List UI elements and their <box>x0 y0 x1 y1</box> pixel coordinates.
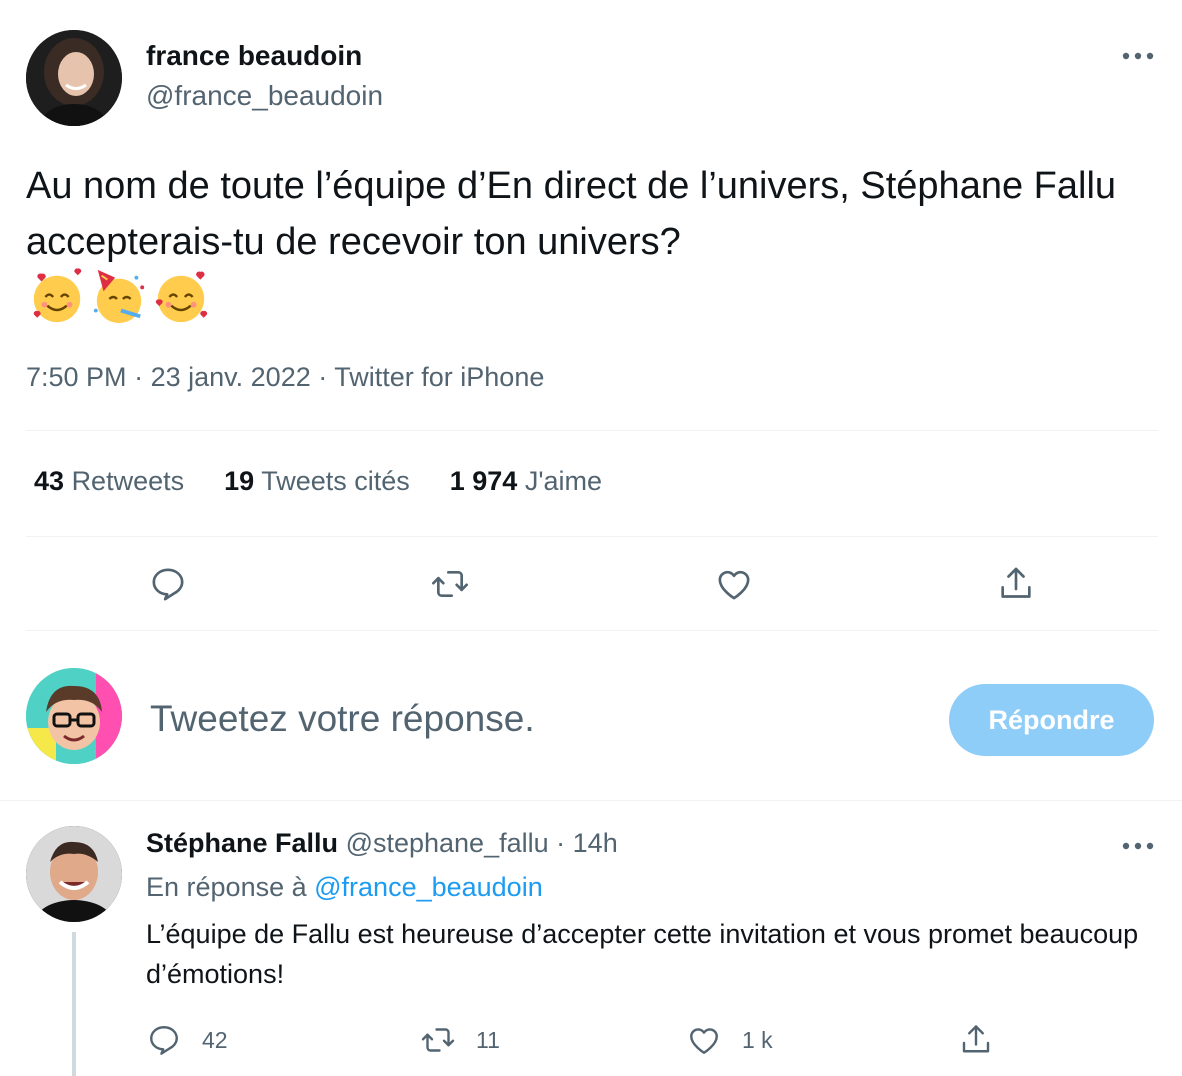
likes-label: J'aime <box>524 466 603 496</box>
tweet-meta: 7:50 PM · 23 janv. 2022 · Twitter for iP… <box>26 362 544 393</box>
in-reply-to-handle[interactable]: @france_beaudoin <box>314 872 543 902</box>
author-avatar[interactable] <box>26 30 122 126</box>
reply-share-button[interactable] <box>958 1020 1014 1060</box>
tweet-time[interactable]: 7:50 PM <box>26 362 127 392</box>
share-icon <box>962 1025 990 1053</box>
quotes-label: Tweets cités <box>261 466 410 496</box>
author-handle[interactable]: @france_beaudoin <box>146 80 383 112</box>
reply-submit-button[interactable]: Répondre <box>949 684 1154 756</box>
quotes-count: 19 <box>224 466 255 496</box>
share-button[interactable] <box>994 562 1038 606</box>
divider <box>26 630 1158 631</box>
retweet-icon <box>432 571 468 597</box>
divider <box>26 430 1158 431</box>
reply-retweets-count: 11 <box>476 1026 500 1053</box>
smiling-face-with-hearts-icon <box>155 271 208 323</box>
reply-text: L’équipe de Fallu est heureuse d’accepte… <box>146 919 1139 989</box>
reply-like-button[interactable]: 1 k <box>686 1020 773 1060</box>
compose-input[interactable]: Tweetez votre réponse. <box>150 698 535 740</box>
tweet-source[interactable]: Twitter for iPhone <box>334 362 544 392</box>
quotes-stat[interactable]: 19 Tweets cités <box>224 466 410 497</box>
divider <box>26 536 1158 537</box>
partying-face-icon <box>93 269 145 324</box>
reply-icon <box>150 1026 178 1055</box>
reply-author-name[interactable]: Stéphane Fallu <box>146 828 338 858</box>
retweets-stat[interactable]: 43 Retweets <box>34 466 184 497</box>
tweet-stats: 43 Retweets 19 Tweets cités 1 974 J'aime <box>34 466 642 497</box>
retweet-icon <box>421 1028 455 1052</box>
thread-line <box>72 932 76 1076</box>
reply-replies-count: 42 <box>202 1026 228 1053</box>
reply-more-options-icon[interactable] <box>1120 836 1156 856</box>
likes-count: 1 974 <box>449 466 518 496</box>
smiling-face-with-hearts-icon <box>33 268 82 323</box>
tweet-text: Au nom de toute l’équipe d’En direct de … <box>26 165 1117 263</box>
in-reply-to-prefix: En réponse à <box>146 872 307 902</box>
in-reply-to: En réponse à @france_beaudoin <box>146 872 543 903</box>
meta-separator: · <box>318 362 328 392</box>
reply-author-handle[interactable]: @stephane_fallu <box>346 828 549 858</box>
reply-likes-count: 1 k <box>742 1026 773 1053</box>
reply-reply-button[interactable]: 42 <box>146 1020 228 1060</box>
retweets-label: Retweets <box>71 466 185 496</box>
like-button[interactable] <box>712 562 756 606</box>
emoji-row <box>28 268 210 328</box>
reply-button[interactable] <box>146 562 190 606</box>
like-icon <box>718 570 750 600</box>
retweets-count: 43 <box>34 466 65 496</box>
reply-retweet-button[interactable]: 11 <box>420 1020 500 1060</box>
reply-icon <box>152 568 184 601</box>
more-options-icon[interactable] <box>1120 46 1156 66</box>
author-name[interactable]: france beaudoin <box>146 40 362 72</box>
divider <box>0 800 1182 801</box>
reply-author-avatar[interactable] <box>26 826 122 922</box>
reply-time[interactable]: 14h <box>573 828 618 858</box>
like-icon <box>690 1028 718 1054</box>
likes-stat[interactable]: 1 974 J'aime <box>450 466 602 497</box>
retweet-button[interactable] <box>428 562 472 606</box>
user-avatar[interactable] <box>26 668 122 764</box>
tweet-date[interactable]: 23 janv. 2022 <box>151 362 311 392</box>
reply-header: Stéphane Fallu @stephane_fallu · 14h <box>146 828 618 859</box>
meta-separator: · <box>134 362 144 392</box>
meta-separator: · <box>556 828 566 858</box>
share-icon <box>1001 567 1031 598</box>
